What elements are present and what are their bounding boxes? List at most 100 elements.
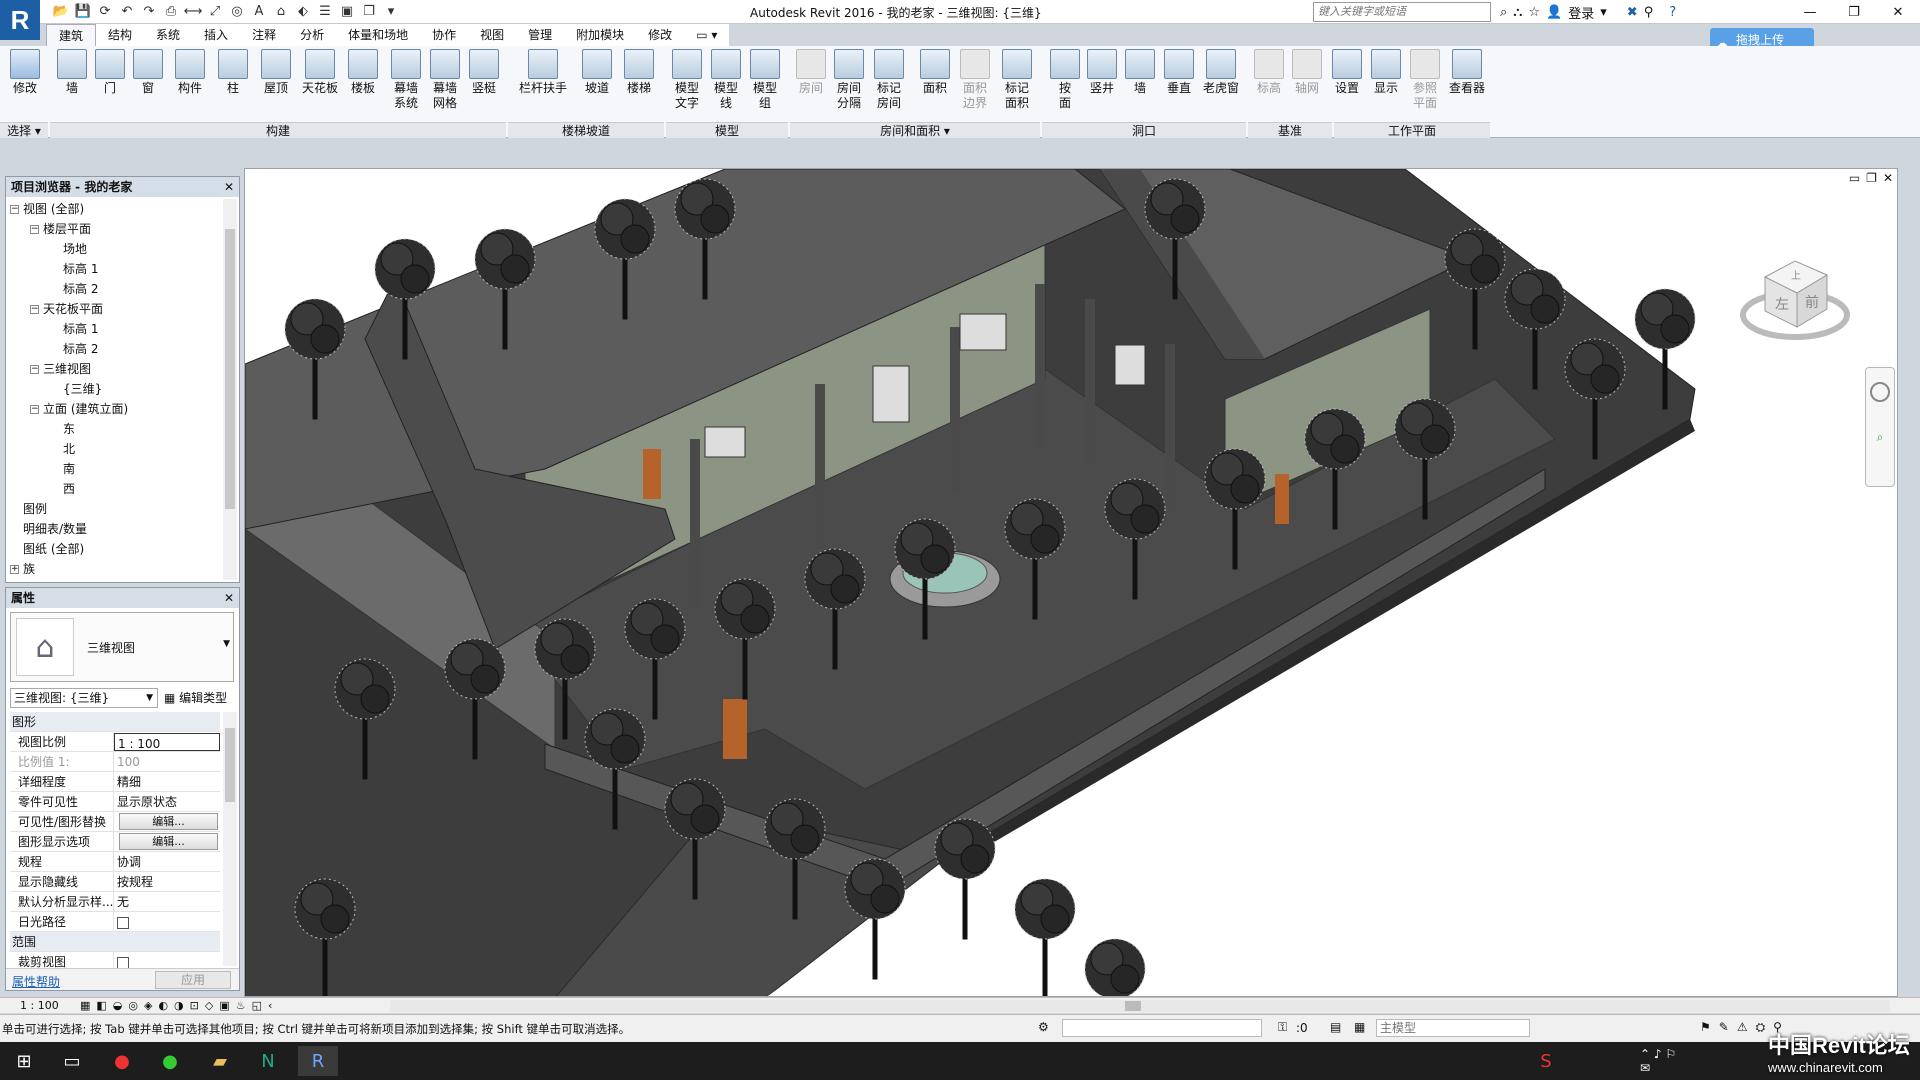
browser-node[interactable]: − 楼层平面 [10,219,220,239]
property-value[interactable] [114,912,220,931]
browser-node[interactable]: 东 [10,419,220,439]
model-text-button[interactable]: 模型 文字 [668,49,706,123]
browser-scrollbar[interactable] [223,199,237,580]
expand-toggle-icon[interactable]: + [10,565,19,574]
apply-button[interactable]: 应用 [155,971,231,989]
browser-node[interactable]: 西 [10,479,220,499]
set-workplane-button[interactable]: 设置 [1328,49,1366,123]
viewport-horizontal-scrollbar[interactable] [390,1000,1890,1012]
help-search-input[interactable]: 键入关键字或短语 [1313,2,1491,22]
sync-icon[interactable]: ⟳ [96,2,114,20]
stair-button[interactable]: 楼梯 [620,49,658,123]
expand-toggle-icon[interactable]: − [30,405,39,414]
window-button[interactable]: 窗 [129,49,167,123]
properties-help-link[interactable]: 属性帮助 [12,973,60,990]
property-value[interactable]: 精细 [114,772,220,791]
exchange-icon[interactable]: ✖ [1627,5,1638,20]
property-value[interactable]: 显示原状态 [114,792,220,811]
tab-massing-site[interactable]: 体量和场地 [336,24,420,46]
ceiling-button[interactable]: 天花板 [299,49,341,123]
open-icon[interactable]: 📂 [52,2,70,20]
browser-node[interactable]: 标高 1 [10,259,220,279]
browser-node[interactable]: 标高 1 [10,319,220,339]
vertical-opening-button[interactable]: 垂直 [1160,49,1198,123]
property-value[interactable]: 编辑... [114,812,220,831]
edit-type-button[interactable]: ▦ 编辑类型 [164,688,238,708]
level-button[interactable]: 标高 [1250,49,1288,123]
design-options-icon2[interactable]: ▦ [1354,1020,1365,1034]
door-button[interactable]: 门 [91,49,129,123]
browser-node[interactable]: 南 [10,459,220,479]
viewport-close-icon[interactable]: ✕ [1883,171,1893,185]
binoculars-icon[interactable]: ⌕ [1500,5,1507,20]
measure-icon[interactable]: ⟷ [184,2,203,20]
ramp-button[interactable]: 坡道 [578,49,616,123]
tab-addins[interactable]: 附加模块 [564,24,636,46]
floor-button[interactable]: 楼板 [344,49,382,123]
task-view-icon[interactable]: ▭ [52,1046,92,1076]
expand-toggle-icon[interactable]: − [30,365,39,374]
save-icon[interactable]: 💾 [74,2,92,20]
browser-node[interactable]: 场地 [10,239,220,259]
browser-node[interactable]: 图纸 (全部) [10,539,220,559]
minimize-icon[interactable]: — [1788,0,1832,24]
ref-plane-button[interactable]: 参照 平面 [1406,49,1444,123]
property-value[interactable]: 协调 [114,852,220,871]
close-icon[interactable]: ✕ [1876,0,1920,24]
curtain-system-button[interactable]: 幕墙 系统 [387,49,425,123]
browser-node[interactable]: + 族 [10,559,220,579]
checkbox[interactable] [117,916,129,929]
expand-toggle-icon[interactable]: − [30,225,39,234]
steering-wheel-icon[interactable] [1870,382,1890,402]
column-button[interactable]: 柱 [214,49,252,123]
browser-node[interactable]: − 立面 (建筑立面) [10,399,220,419]
3d-viewport[interactable]: ▭ ❐ ✕ 上 左 前 ⌕ [244,168,1898,997]
model-line-button[interactable]: 模型 线 [707,49,745,123]
dimension-icon[interactable]: ⤢ [206,2,224,20]
viewport-restore-icon[interactable]: ❐ [1866,171,1877,185]
revit-taskbar-icon[interactable]: R [298,1046,338,1076]
type-selector[interactable]: ⌂ 三维视图 ▼ [10,612,234,682]
undo-icon[interactable]: ↶ [118,2,136,20]
browser-node[interactable]: 标高 2 [10,339,220,359]
main-model-select[interactable]: 主模型 [1376,1019,1530,1037]
mullion-button[interactable]: 竖梃 [465,49,503,123]
area-boundary-button[interactable]: 面积 边界 [956,49,994,123]
restore-icon[interactable]: ❐ [1832,0,1876,24]
viewer-button[interactable]: 查看器 [1445,49,1489,123]
browser-node[interactable]: 北 [10,439,220,459]
workset-select[interactable] [1062,1019,1262,1037]
room-area-panel-label[interactable]: 房间和面积 ▾ [790,122,1040,138]
section-icon[interactable]: ⬖ [294,2,312,20]
component-button[interactable]: 构件 [171,49,209,123]
tag-room-button[interactable]: 标记 房间 [870,49,908,123]
text-icon[interactable]: A [250,2,268,20]
tab-architecture[interactable]: 建筑 [46,24,97,46]
edit-button[interactable]: 编辑... [119,833,218,850]
3d-view-icon[interactable]: ⌂ [272,2,290,20]
properties-scrollbar[interactable] [223,712,237,966]
login-label[interactable]: 登录 [1568,3,1594,22]
tab-analyze[interactable]: 分析 [288,24,336,46]
user-icon[interactable]: 👤 [1546,5,1562,20]
system-tray-icons[interactable]: ⌃ ♪ ⚐ ✉ [1640,1046,1680,1076]
tag-area-button[interactable]: 标记 面积 [998,49,1036,123]
browser-node[interactable]: − 三维视图 [10,359,220,379]
browser-node[interactable]: {三维} [10,379,220,399]
wall-button[interactable]: 墙 [53,49,91,123]
browser-close-icon[interactable]: ✕ [224,177,234,197]
railing-button[interactable]: 栏杆扶手 [516,49,570,123]
switch-windows-icon[interactable]: ❐ [360,2,378,20]
instance-filter-select[interactable]: 三维视图: {三维} ▼ [10,688,158,708]
qat-dropdown-icon[interactable]: ▾ [382,2,400,20]
select-panel-label[interactable]: 选择 ▾ [0,122,48,138]
model-group-button[interactable]: 模型 组 [746,49,784,123]
property-value[interactable]: 编辑... [114,832,220,851]
property-group[interactable]: 图形 [10,712,220,732]
expand-toggle-icon[interactable]: − [10,205,19,214]
view-scale[interactable]: 1 : 100 [20,998,59,1014]
room-button[interactable]: 房间 [792,49,830,123]
browser-node[interactable]: − 天花板平面 [10,299,220,319]
editing-requests-icon[interactable]: ⚿ [1278,1020,1287,1035]
app-n-icon[interactable]: N [248,1046,288,1076]
